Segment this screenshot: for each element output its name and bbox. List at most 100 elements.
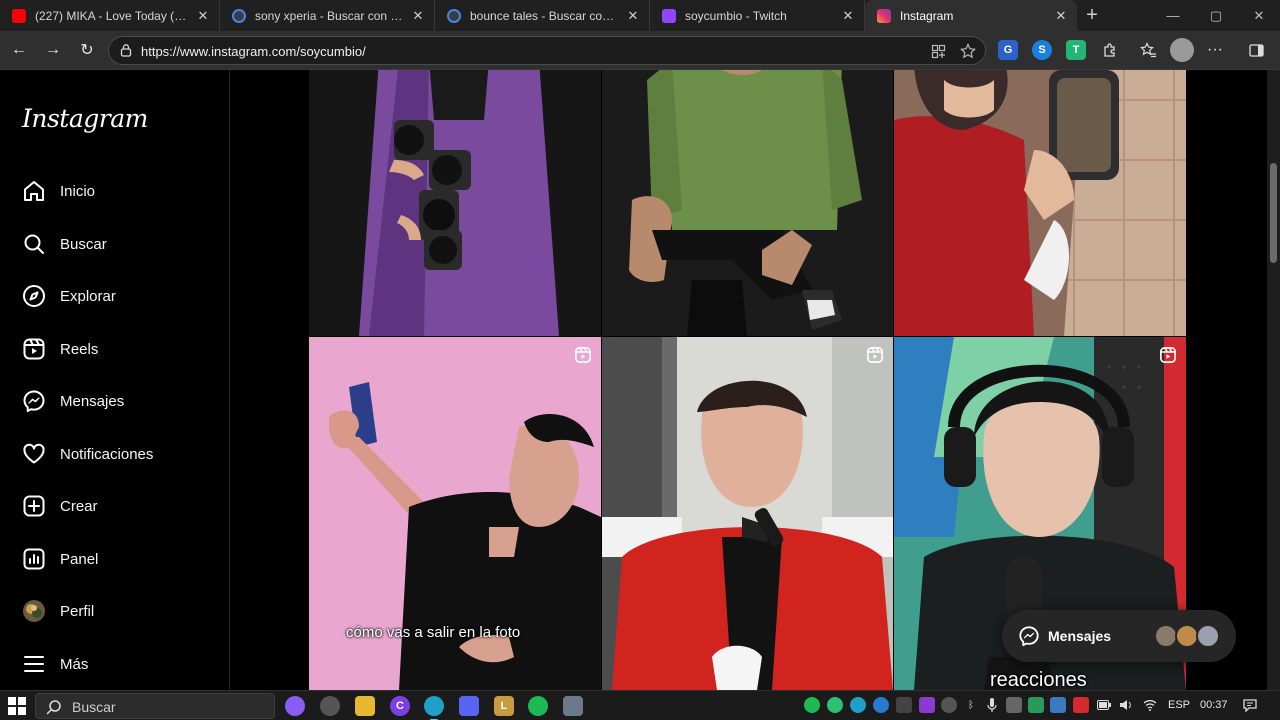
home-icon xyxy=(22,179,46,203)
forward-button[interactable]: → xyxy=(41,38,65,62)
tray-app-icon[interactable] xyxy=(896,697,912,713)
volume-icon[interactable] xyxy=(1118,697,1134,713)
copilot-icon[interactable] xyxy=(285,696,305,716)
spotify-tray-icon[interactable] xyxy=(804,697,820,713)
canva-icon[interactable]: C xyxy=(390,696,410,716)
nav-item-crear[interactable]: Crear xyxy=(12,483,216,529)
address-url[interactable]: https://www.instagram.com/soycumbio/ xyxy=(141,44,366,59)
edge-icon[interactable] xyxy=(424,696,444,720)
bluetooth-icon[interactable]: ᛒ xyxy=(963,697,979,713)
microphone-icon[interactable] xyxy=(984,697,1000,713)
chrome-icon[interactable] xyxy=(320,696,340,716)
dashboard-icon xyxy=(22,547,46,571)
tray-app-icon[interactable] xyxy=(873,697,889,713)
messages-floating-button[interactable]: Mensajes xyxy=(1002,610,1236,662)
close-icon[interactable]: ✕ xyxy=(1053,8,1069,24)
tab-youtube[interactable]: (227) MIKA - Love Today (Officia ✕ xyxy=(0,0,220,31)
file-explorer-icon[interactable] xyxy=(355,696,375,716)
google-icon xyxy=(447,8,461,23)
new-tab-button[interactable]: + xyxy=(1077,0,1107,31)
profile-post-grid: cómo vas a salir en la foto reacciones xyxy=(231,70,1267,690)
discord-icon[interactable] xyxy=(459,696,479,716)
instagram-sidebar: Instagram Inicio Buscar Explorar Reels M… xyxy=(0,70,230,690)
tab-label: (227) MIKA - Love Today (Officia xyxy=(35,8,189,23)
tray-app-icon[interactable] xyxy=(1006,697,1022,713)
nav-label: Perfil xyxy=(60,602,95,620)
nav-label: Reels xyxy=(60,340,99,358)
nav-item-buscar[interactable]: Buscar xyxy=(12,221,216,267)
scrollbar-thumb[interactable] xyxy=(1270,163,1277,263)
notification-icon[interactable] xyxy=(1242,697,1258,713)
nav-label: Mensajes xyxy=(60,392,125,410)
favorites-icon[interactable] xyxy=(1136,38,1160,62)
favorite-star-icon[interactable] xyxy=(959,42,977,60)
hamburger-menu-icon xyxy=(22,652,46,676)
maximize-button[interactable]: ▢ xyxy=(1195,0,1237,31)
profile-avatar xyxy=(22,599,46,623)
post-thumbnail[interactable] xyxy=(602,70,893,336)
close-icon[interactable]: ✕ xyxy=(410,8,426,24)
tab-google-sony[interactable]: sony xperia - Buscar con Google ✕ xyxy=(220,0,435,31)
tray-app-icon[interactable] xyxy=(1050,697,1066,713)
address-bar[interactable]: https://www.instagram.com/soycumbio/ xyxy=(108,36,986,65)
league-icon[interactable]: L xyxy=(494,696,514,716)
tray-app-icon[interactable] xyxy=(1028,697,1044,713)
instagram-logo[interactable]: Instagram xyxy=(22,104,148,133)
battery-icon[interactable] xyxy=(1096,697,1112,713)
tab-twitch[interactable]: soycumbio - Twitch ✕ xyxy=(650,0,865,31)
back-button[interactable]: ← xyxy=(7,38,31,62)
app-icon[interactable] xyxy=(563,696,583,716)
nav-label: Panel xyxy=(60,550,99,568)
app-available-icon[interactable] xyxy=(929,42,947,60)
messenger-icon xyxy=(22,389,46,413)
wifi-icon[interactable] xyxy=(1142,697,1158,713)
spotify-icon[interactable] xyxy=(528,696,548,716)
google-icon xyxy=(232,8,246,23)
profile-avatar[interactable] xyxy=(1170,38,1194,62)
post-thumbnail[interactable] xyxy=(309,70,601,336)
close-icon[interactable]: ✕ xyxy=(625,8,641,24)
tray-app-icon[interactable] xyxy=(827,697,843,713)
search-icon xyxy=(46,700,61,715)
screen: (227) MIKA - Love Today (Officia ✕ sony … xyxy=(0,0,1280,720)
post-image xyxy=(894,70,1186,336)
tab-google-bounce[interactable]: bounce tales - Buscar con Google ✕ xyxy=(435,0,650,31)
page-scrollbar[interactable] xyxy=(1267,70,1280,690)
extensions-puzzle-icon[interactable] xyxy=(1098,38,1122,62)
reload-button[interactable]: ↻ xyxy=(75,38,99,62)
nav-item-mas[interactable]: Más xyxy=(12,641,216,687)
tray-app-icon[interactable] xyxy=(1073,697,1089,713)
post-thumbnail-reel[interactable] xyxy=(602,337,893,690)
nav-item-perfil[interactable]: Perfil xyxy=(12,588,216,634)
nav-item-panel[interactable]: Panel xyxy=(12,536,216,582)
clock[interactable]: 00:37 xyxy=(1200,699,1228,711)
nav-item-mensajes[interactable]: Mensajes xyxy=(12,378,216,424)
nav-label: Explorar xyxy=(60,287,116,305)
translate-extension-icon[interactable]: G xyxy=(998,40,1018,60)
youtube-icon xyxy=(12,8,26,23)
close-icon[interactable]: ✕ xyxy=(840,8,856,24)
shazam-extension-icon[interactable]: S xyxy=(1032,40,1052,60)
tray-app-icon[interactable] xyxy=(941,697,957,713)
nav-item-reels[interactable]: Reels xyxy=(12,326,216,372)
sidebar-toggle-icon[interactable] xyxy=(1244,38,1268,62)
post-image xyxy=(602,70,893,336)
close-icon[interactable]: ✕ xyxy=(195,8,211,24)
edge-tray-icon[interactable] xyxy=(850,697,866,713)
windows-start-icon[interactable] xyxy=(7,696,27,716)
window-close-button[interactable]: ✕ xyxy=(1238,0,1280,31)
messenger-icon xyxy=(1019,626,1039,647)
minimize-button[interactable]: — xyxy=(1152,0,1194,31)
tray-app-icon[interactable] xyxy=(919,697,935,713)
nav-item-inicio[interactable]: Inicio xyxy=(12,168,216,214)
nav-label: Crear xyxy=(60,497,98,515)
post-thumbnail-reel[interactable]: cómo vas a salir en la foto xyxy=(309,337,601,690)
tab-instagram[interactable]: Instagram ✕ xyxy=(865,0,1077,31)
language-indicator[interactable]: ESP xyxy=(1168,699,1190,711)
browser-menu-button[interactable]: ··· xyxy=(1203,38,1227,62)
taskbar-search-box[interactable]: Buscar xyxy=(35,693,275,719)
post-thumbnail[interactable] xyxy=(894,70,1186,336)
nav-item-explorar[interactable]: Explorar xyxy=(12,273,216,319)
extension-t-icon[interactable]: T xyxy=(1066,40,1086,60)
nav-item-notificaciones[interactable]: Notificaciones xyxy=(12,431,216,477)
